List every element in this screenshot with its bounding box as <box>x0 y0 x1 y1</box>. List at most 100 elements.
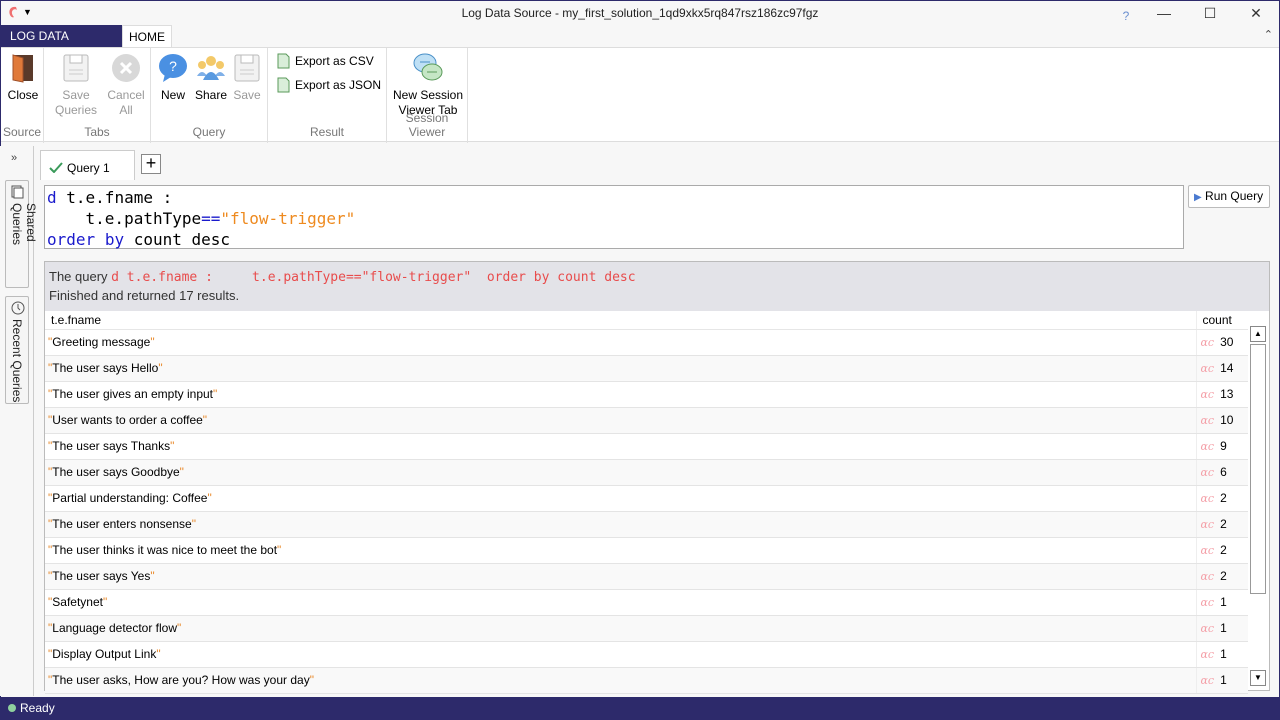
fname-cell: "The user says Hello" <box>45 355 1196 382</box>
number-type-icon: αc <box>1200 440 1215 453</box>
group-tabs: Save Queries Cancel All Tabs <box>44 48 151 143</box>
query-workspace: Query 1 + d t.e.fname : t.e.pathType=="f… <box>37 146 1278 696</box>
scroll-thumb[interactable] <box>1250 344 1266 594</box>
column-header-fname[interactable]: t.e.fname <box>45 311 1196 330</box>
window-title: Log Data Source - my_first_solution_1qd9… <box>461 6 819 20</box>
fname-cell: "The user enters nonsense" <box>45 511 1196 538</box>
shared-query-icon <box>11 185 24 199</box>
table-row[interactable]: "Greeting message" αc 30 <box>45 329 1248 356</box>
count-cell: αc 9 <box>1195 433 1248 460</box>
cancel-all-button[interactable]: Cancel All <box>104 52 148 118</box>
number-type-icon: αc <box>1200 596 1215 609</box>
tab-home[interactable]: HOME <box>122 25 172 48</box>
scroll-down-button[interactable]: ▼ <box>1250 670 1266 686</box>
number-type-icon: αc <box>1200 622 1215 635</box>
count-cell: αc 10 <box>1195 407 1248 434</box>
count-cell: αc 1 <box>1195 615 1248 642</box>
group-source: Close Source <box>1 48 44 143</box>
side-panel: » Shared Queries Recent Queries <box>0 146 38 696</box>
results-header: The query d t.e.fname : t.e.pathType=="f… <box>45 262 1269 311</box>
table-row[interactable]: "The user asks, How are you? How was you… <box>45 667 1248 694</box>
new-session-viewer-tab-button[interactable]: New Session Viewer Tab <box>389 52 467 118</box>
table-row[interactable]: "User wants to order a coffee" αc 10 <box>45 407 1248 434</box>
save-queries-button[interactable]: Save Queries <box>51 52 101 118</box>
door-icon <box>12 54 33 83</box>
count-cell: αc 13 <box>1195 381 1248 408</box>
table-row[interactable]: "The user gives an empty input" αc 13 <box>45 381 1248 408</box>
table-row[interactable]: "Language detector flow" αc 1 <box>45 615 1248 642</box>
number-type-icon: αc <box>1200 466 1215 479</box>
group-result: Export as CSV Export as JSON Result <box>268 48 387 143</box>
recent-queries-tab[interactable]: Recent Queries <box>5 296 29 404</box>
query-editor[interactable]: d t.e.fname : t.e.pathType=="flow-trigge… <box>44 185 1184 249</box>
add-query-tab-button[interactable]: + <box>141 154 161 174</box>
collapse-ribbon-button[interactable]: ⌃ <box>1264 28 1273 41</box>
fname-cell: "Display Output Link" <box>45 641 1196 668</box>
table-row[interactable]: "Safetynet" αc 1 <box>45 589 1248 616</box>
table-row[interactable]: "The user thinks it was nice to meet the… <box>45 537 1248 564</box>
number-type-icon: αc <box>1200 388 1215 401</box>
new-query-button[interactable]: ? New <box>157 52 189 103</box>
play-icon: ▶ <box>1194 192 1202 203</box>
table-row[interactable]: "The user says Goodbye" αc 6 <box>45 459 1248 486</box>
close-window-button[interactable]: ✕ <box>1233 1 1279 25</box>
status-dot-icon <box>8 704 16 712</box>
users-icon <box>197 56 225 80</box>
fname-cell: "The user asks, How are you? How was you… <box>45 667 1196 694</box>
table-row[interactable]: "The user says Hello" αc 14 <box>45 355 1248 382</box>
number-type-icon: αc <box>1200 570 1215 583</box>
csv-file-icon <box>277 53 290 69</box>
expand-side-panel-button[interactable]: » <box>11 152 17 164</box>
table-row[interactable]: "Partial understanding: Coffee" αc 2 <box>45 485 1248 512</box>
number-type-icon: αc <box>1200 544 1215 557</box>
cancel-icon <box>112 54 140 82</box>
tab-log-data-source[interactable]: LOG DATA SOURCE <box>0 25 122 65</box>
column-header-count[interactable]: count <box>1195 311 1248 330</box>
fname-cell: "The user says Yes" <box>45 563 1196 590</box>
group-label-tabs: Tabs <box>84 125 110 139</box>
export-csv-button[interactable]: Export as CSV <box>277 53 374 69</box>
shared-queries-tab[interactable]: Shared Queries <box>5 180 38 288</box>
chat-bubbles-icon <box>413 53 443 81</box>
number-type-icon: αc <box>1200 648 1215 661</box>
table-row[interactable]: "Display Output Link" αc 1 <box>45 641 1248 668</box>
question-bubble-icon: ? <box>159 54 187 82</box>
table-row[interactable]: "The user enters nonsense" αc 2 <box>45 511 1248 538</box>
maximize-button[interactable]: ☐ <box>1187 1 1233 25</box>
table-row[interactable]: "The user says Yes" αc 2 <box>45 563 1248 590</box>
scroll-up-button[interactable]: ▲ <box>1250 326 1266 342</box>
group-label-query: Query <box>192 125 226 139</box>
fname-cell: "Safetynet" <box>45 589 1196 616</box>
count-cell: αc 30 <box>1195 329 1248 356</box>
run-query-button[interactable]: ▶ Run Query <box>1188 185 1270 208</box>
group-session-viewer: New Session Viewer Tab Session Viewer <box>387 48 468 143</box>
close-button[interactable]: Close <box>6 52 40 103</box>
group-label-result: Result <box>309 125 344 139</box>
json-file-icon <box>277 77 290 93</box>
export-json-button[interactable]: Export as JSON <box>277 77 381 93</box>
count-cell: αc 14 <box>1195 355 1248 382</box>
count-cell: αc 2 <box>1195 537 1248 564</box>
number-type-icon: αc <box>1200 414 1215 427</box>
vertical-scrollbar[interactable]: ▲ ▼ <box>1250 326 1266 686</box>
check-icon <box>49 162 63 173</box>
tab-query-1[interactable]: Query 1 <box>40 150 135 180</box>
fname-cell: "Partial understanding: Coffee" <box>45 485 1196 512</box>
fname-cell: "Language detector flow" <box>45 615 1196 642</box>
table-row[interactable]: "The user says Thanks" αc 9 <box>45 433 1248 460</box>
minimize-button[interactable]: — <box>1141 1 1187 25</box>
results-panel: The query d t.e.fname : t.e.pathType=="f… <box>44 261 1270 694</box>
group-label-session-viewer: Session Viewer <box>405 111 449 139</box>
group-label-source: Source <box>2 125 42 139</box>
number-type-icon: αc <box>1200 674 1215 687</box>
results-table: t.e.fname count "Greeting message" αc 30 "T… <box>45 311 1248 694</box>
number-type-icon: αc <box>1200 518 1215 531</box>
save-button[interactable]: Save <box>231 52 263 103</box>
count-cell: αc 1 <box>1195 641 1248 668</box>
share-button[interactable]: Share <box>193 52 229 103</box>
fname-cell: "User wants to order a coffee" <box>45 407 1196 434</box>
group-query: ? New Share Save Query <box>151 48 268 143</box>
number-type-icon: αc <box>1200 492 1215 505</box>
count-cell: αc 2 <box>1195 485 1248 512</box>
fname-cell: "Greeting message" <box>45 329 1196 356</box>
